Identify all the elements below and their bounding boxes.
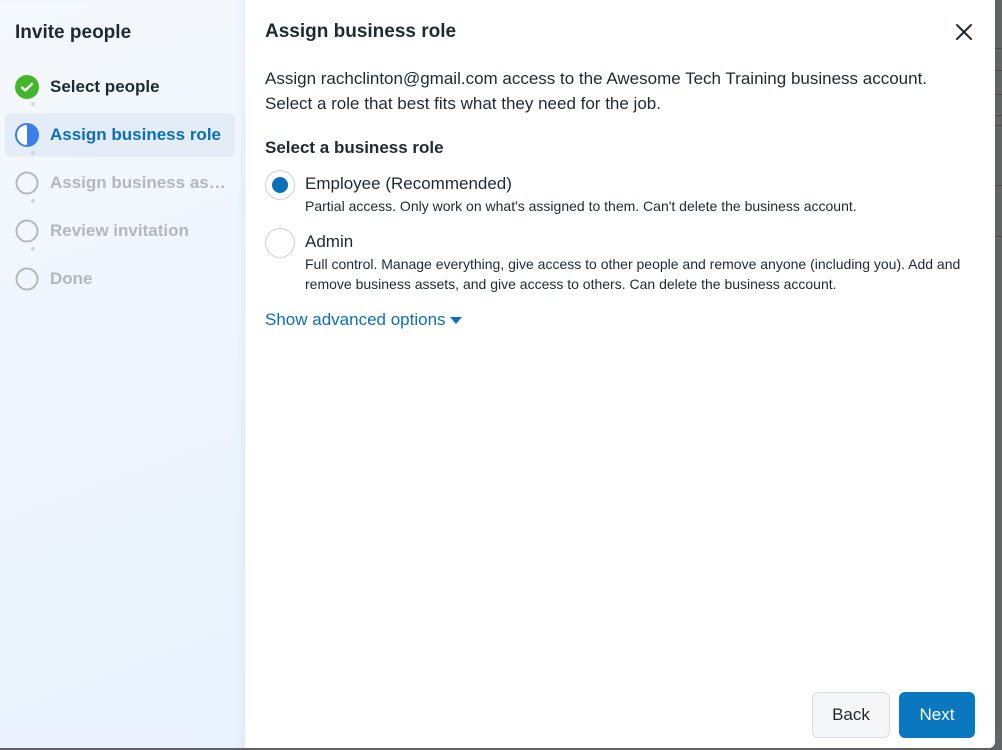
step-list: Select people Assign business role Assig… <box>5 65 235 301</box>
admin-radio[interactable] <box>265 228 295 258</box>
check-circle-icon <box>15 75 39 99</box>
empty-circle-icon <box>15 171 39 195</box>
step-done[interactable]: Done <box>5 257 235 301</box>
role-title: Employee (Recommended) <box>305 174 512 193</box>
step-label: Assign business assets <box>50 173 228 192</box>
role-title: Admin <box>305 232 354 251</box>
employee-radio[interactable] <box>265 170 295 200</box>
close-icon <box>956 24 972 40</box>
role-description: Full control. Manage everything, give ac… <box>305 256 961 292</box>
step-label: Review invitation <box>50 221 189 240</box>
step-assign-business-role[interactable]: Assign business role <box>5 113 235 157</box>
next-button[interactable]: Next <box>899 692 975 738</box>
steps-sidebar: Invite people Select people Assign busin… <box>0 0 245 748</box>
main-content: Assign business role Assign rachclinton@… <box>245 0 995 748</box>
description: Assign rachclinton@gmail.com access to t… <box>265 66 975 116</box>
empty-circle-icon <box>15 267 39 291</box>
close-button[interactable] <box>951 19 977 45</box>
step-connector <box>31 247 35 257</box>
page-title: Assign business role <box>265 21 457 42</box>
role-description: Partial access. Only work on what's assi… <box>305 198 857 214</box>
half-circle-icon <box>15 123 39 147</box>
step-assign-business-assets[interactable]: Assign business assets <box>5 161 235 205</box>
step-connector <box>31 102 35 112</box>
step-connector <box>31 151 35 161</box>
show-advanced-options-link[interactable]: Show advanced options <box>265 310 462 330</box>
dialog-footer: Back Next <box>812 692 975 738</box>
background-overlay <box>994 0 1002 750</box>
role-option-employee[interactable]: Employee (Recommended) Partial access. O… <box>265 170 975 216</box>
step-label: Done <box>50 269 93 288</box>
empty-circle-icon <box>15 219 39 243</box>
advanced-link-label: Show advanced options <box>265 310 446 329</box>
role-section-label: Select a business role <box>265 138 444 157</box>
invite-people-dialog: Invite people Select people Assign busin… <box>0 0 995 748</box>
step-label: Assign business role <box>50 125 221 144</box>
step-review-invitation[interactable]: Review invitation <box>5 209 235 253</box>
sidebar-title: Invite people <box>15 22 132 43</box>
step-select-people[interactable]: Select people <box>5 65 235 109</box>
description-line: Select a role that best fits what they n… <box>265 94 661 113</box>
step-label: Select people <box>50 77 160 96</box>
description-line: Assign rachclinton@gmail.com access to t… <box>265 69 928 88</box>
caret-down-icon <box>449 316 462 324</box>
back-button[interactable]: Back <box>812 692 890 738</box>
step-connector <box>31 199 35 209</box>
role-option-admin[interactable]: Admin Full control. Manage everything, g… <box>265 228 975 294</box>
